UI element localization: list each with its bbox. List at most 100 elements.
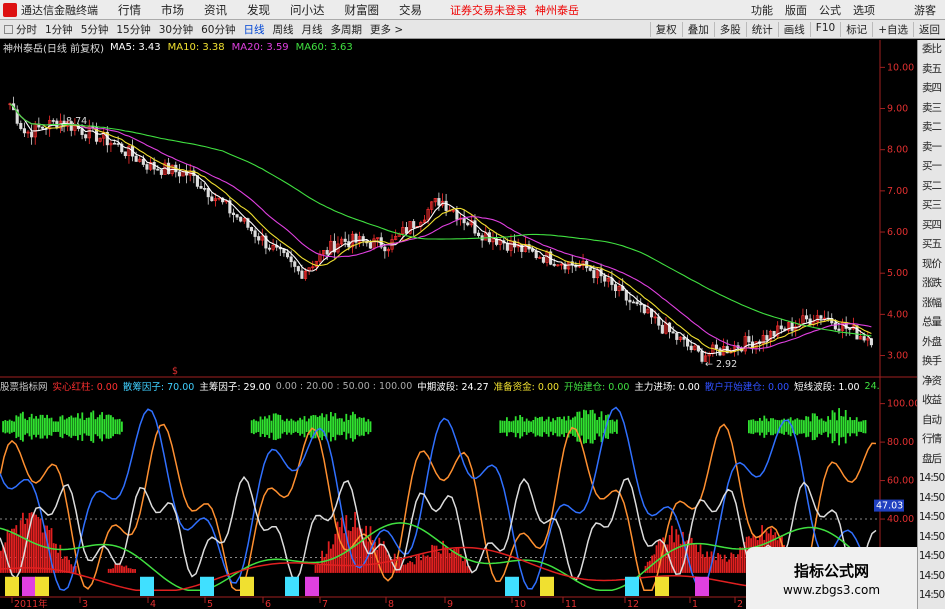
green-bar: [83, 419, 86, 434]
side-panel-item[interactable]: 外盘: [918, 333, 945, 353]
green-bar: [270, 420, 273, 433]
side-panel-item[interactable]: 行情: [918, 430, 945, 450]
green-bar: [822, 420, 825, 433]
candle-body: [206, 188, 210, 198]
green-bar: [330, 411, 332, 442]
side-panel-item[interactable]: 委比: [918, 40, 945, 60]
side-panel-item[interactable]: 卖五: [918, 60, 945, 80]
green-bar: [754, 420, 757, 433]
side-panel-item[interactable]: 买二: [918, 177, 945, 197]
red-bar: [55, 543, 57, 573]
candle-body: [819, 315, 823, 319]
time-axis-label: 2: [737, 599, 743, 609]
side-panel-item[interactable]: 14:50: [918, 508, 945, 528]
green-bar: [15, 415, 18, 439]
green-bar: [532, 420, 535, 434]
side-panel-item[interactable]: 卖二: [918, 118, 945, 138]
red-bar: [314, 565, 317, 573]
red-bar: [462, 561, 464, 573]
green-bar: [858, 421, 860, 432]
price-axis-label: 3.00: [887, 351, 908, 362]
red-bar: [345, 515, 348, 573]
candle-body: [404, 227, 409, 234]
red-bar: [715, 560, 717, 573]
candle-body: [177, 171, 181, 177]
green-bar: [510, 421, 513, 433]
green-bar: [61, 415, 64, 439]
green-bar: [765, 418, 768, 435]
side-panel-item[interactable]: 买五: [918, 235, 945, 255]
side-panel-item[interactable]: 总量: [918, 313, 945, 333]
back-button[interactable]: 返回: [913, 21, 945, 37]
side-panel-item[interactable]: 自动: [918, 411, 945, 431]
side-panel-item[interactable]: 14:50: [918, 528, 945, 548]
green-bar: [266, 418, 268, 435]
green-bar: [103, 419, 106, 435]
red-bar: [717, 553, 719, 573]
green-bar: [301, 419, 304, 434]
side-panel-item[interactable]: 14:50: [918, 586, 945, 606]
time-axis-label: 2011年: [14, 598, 48, 609]
candle-body: [267, 247, 272, 250]
side-panel-item[interactable]: 14:50: [918, 489, 945, 509]
side-panel-item[interactable]: 买三: [918, 196, 945, 216]
side-panel-item[interactable]: 买一: [918, 157, 945, 177]
side-panel-item[interactable]: 14:50: [918, 567, 945, 587]
red-bar: [451, 551, 453, 573]
candle-body: [444, 200, 448, 211]
side-panel-item[interactable]: 涨跌: [918, 274, 945, 294]
red-bar: [107, 568, 110, 573]
green-bar: [264, 416, 266, 438]
candle-body: [293, 261, 297, 267]
candle-body: [141, 158, 145, 165]
green-bar: [28, 417, 31, 437]
green-bar: [770, 418, 772, 436]
green-bar: [508, 421, 510, 433]
green-bar: [268, 415, 271, 439]
watermark-title: 指标公式网: [793, 561, 869, 580]
green-bar: [576, 411, 579, 442]
side-panel-item[interactable]: 换手: [918, 352, 945, 372]
green-bar: [838, 408, 840, 446]
side-panel-item[interactable]: 卖四: [918, 79, 945, 99]
candle-body: [714, 344, 718, 350]
side-panel-item[interactable]: 净资: [918, 372, 945, 392]
side-panel-item[interactable]: 14:50: [918, 606, 945, 609]
red-bar: [11, 528, 13, 573]
candle-body: [837, 328, 841, 331]
side-panel-item[interactable]: 收益: [918, 391, 945, 411]
side-panel-item[interactable]: 卖三: [918, 99, 945, 119]
price-axis-label: 10.00: [887, 62, 914, 73]
candle-body: [437, 198, 441, 206]
green-bar: [35, 416, 37, 438]
green-bar: [596, 419, 598, 434]
green-bar: [74, 417, 77, 436]
green-bar: [536, 418, 539, 436]
green-bar: [99, 414, 101, 439]
red-bar: [127, 568, 130, 573]
candle-body: [628, 299, 632, 303]
red-bar: [429, 556, 431, 573]
candle-body: [22, 128, 26, 134]
side-panel-item[interactable]: 14:50: [918, 547, 945, 567]
candle-body: [466, 222, 470, 226]
side-panel-item[interactable]: 14:50: [918, 469, 945, 489]
side-panel-item[interactable]: 现价: [918, 255, 945, 275]
side-panel-item[interactable]: 卖一: [918, 138, 945, 158]
candle-body: [631, 301, 636, 304]
green-bar: [611, 419, 614, 434]
red-bar: [407, 562, 409, 573]
quote-side-panel: 委比 卖五 卖四 卖三 卖二 卖一 买一 买二 买三 买四 买五 现价 涨跌 涨幅 总量 外盘 换手 净资 收益 自动…: [917, 40, 945, 609]
kline-chart-canvas[interactable]: 10.00 9.00 8.00 7.00 6.00 5.00 4.00 3.00 8.74 ← 2…: [0, 0, 917, 609]
green-bar: [530, 421, 532, 432]
side-panel-item[interactable]: 涨幅: [918, 294, 945, 314]
green-bar: [46, 414, 48, 439]
green-bar: [105, 414, 108, 439]
green-bar: [851, 420, 854, 434]
side-panel-item[interactable]: 盘后: [918, 450, 945, 470]
green-bar: [598, 416, 601, 437]
red-bar: [726, 561, 728, 573]
red-bar: [693, 543, 695, 573]
candle-body: [473, 220, 477, 234]
side-panel-item[interactable]: 买四: [918, 216, 945, 236]
